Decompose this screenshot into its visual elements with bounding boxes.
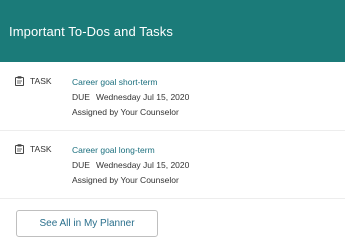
task-type-label: TASK <box>30 144 52 154</box>
see-all-planner-button[interactable]: See All in My Planner <box>16 210 158 237</box>
todo-card: Important To-Dos and Tasks TASK Career g… <box>0 0 345 240</box>
task-due: DUE Wednesday Jul 15, 2020 <box>72 158 189 173</box>
card-title: Important To-Dos and Tasks <box>9 23 173 39</box>
due-date: Wednesday Jul 15, 2020 <box>95 92 190 102</box>
task-type: TASK <box>15 144 52 154</box>
due-label: DUE <box>72 160 90 170</box>
task-details: Career goal long-term DUE Wednesday Jul 1… <box>72 143 189 188</box>
task-details: Career goal short-term DUE Wednesday Jul … <box>72 75 189 120</box>
clipboard-icon <box>15 144 24 154</box>
assigned-by: Assigned by Your Counselor <box>72 107 179 117</box>
divider <box>0 130 345 131</box>
card-header: Important To-Dos and Tasks <box>0 0 345 62</box>
task-title-link[interactable]: Career goal long-term <box>72 143 189 158</box>
divider <box>0 198 345 199</box>
task-type-label: TASK <box>30 76 52 86</box>
assigned-by: Assigned by Your Counselor <box>72 175 179 185</box>
clipboard-icon <box>15 76 24 86</box>
task-due: DUE Wednesday Jul 15, 2020 <box>72 90 189 105</box>
due-date: Wednesday Jul 15, 2020 <box>95 160 190 170</box>
task-type: TASK <box>15 76 52 86</box>
task-title-link[interactable]: Career goal short-term <box>72 75 189 90</box>
due-label: DUE <box>72 92 90 102</box>
